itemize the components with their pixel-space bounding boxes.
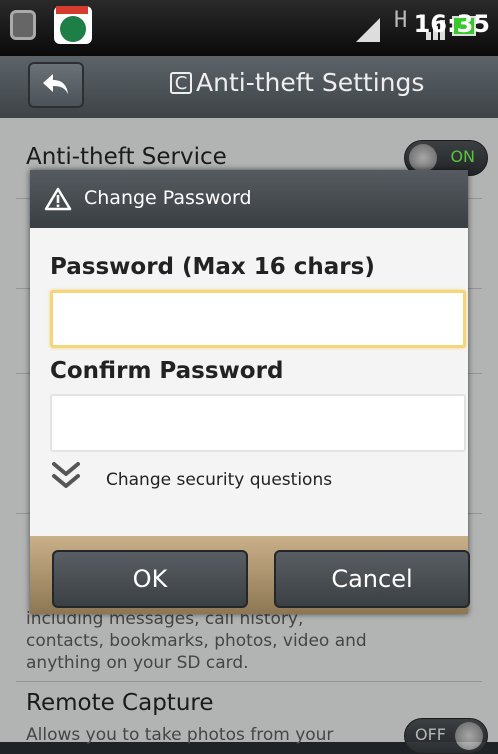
ok-button[interactable]: OK [52, 550, 248, 608]
double-chevron-down-icon [52, 462, 80, 488]
app-header: C Anti-theft Settings [0, 56, 498, 119]
dialog-body: Password (Max 16 chars) Confirm Password… [30, 228, 468, 536]
confirm-password-label: Confirm Password [50, 358, 284, 384]
back-button[interactable] [28, 62, 84, 108]
comodo-app-icon [54, 6, 92, 44]
warning-icon [44, 187, 72, 211]
app-logo-icon: C [170, 72, 192, 94]
settings-icon [10, 10, 36, 40]
page-title: C Anti-theft Settings [170, 68, 424, 97]
cancel-button[interactable]: Cancel [274, 550, 470, 608]
network-type-indicator: H [394, 8, 408, 33]
confirm-password-field[interactable] [50, 394, 466, 452]
status-bar: H 16:35 [0, 0, 498, 56]
security-questions-label: Change security questions [106, 470, 333, 490]
dialog-title: Change Password [84, 187, 252, 209]
page-title-text: Anti-theft Settings [196, 68, 425, 97]
change-password-dialog: Change Password Password (Max 16 chars) … [30, 170, 470, 614]
dialog-header: Change Password [30, 170, 468, 230]
status-time: 16:35 [413, 10, 490, 38]
password-field[interactable] [50, 290, 466, 348]
password-label: Password (Max 16 chars) [50, 254, 375, 280]
back-arrow-icon [43, 74, 68, 94]
security-questions-expander[interactable]: Change security questions [48, 460, 348, 500]
signal-icon [356, 18, 380, 42]
dialog-footer: OK Cancel [30, 536, 470, 614]
